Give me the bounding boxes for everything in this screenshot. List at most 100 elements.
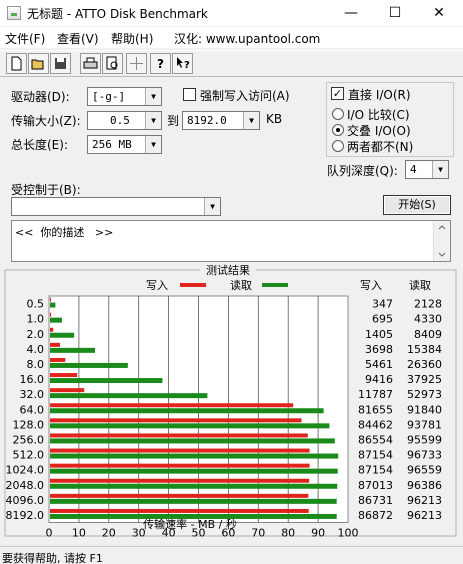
write-value: 347 [372,298,393,311]
x-tick-label: 20 [102,527,116,540]
transfer-from-value: 0.5 [110,114,130,127]
neither-radio[interactable] [332,140,344,152]
print-icon[interactable] [80,53,101,74]
start-button[interactable]: 开始(S) [383,195,451,215]
transfer-from-select[interactable]: 0.5 ▼ [87,111,162,130]
description-text: << 你的描述 >> [15,226,114,239]
y-tick-label: 0.5 [27,298,45,311]
bar-read [50,483,338,489]
bar-write [50,312,52,317]
legend-read-label: 读取 [230,278,252,292]
svg-text:?: ? [157,57,164,71]
open-icon[interactable] [28,53,49,74]
menu-file[interactable]: 文件(F) [5,30,45,47]
read-value: 2128 [414,298,442,311]
queue-depth-value: 4 [410,163,417,176]
overlap-io-radio[interactable] [332,124,344,136]
to-label: 到 [167,114,180,128]
bar-read [50,453,339,459]
new-icon[interactable] [6,53,27,74]
y-tick-label: 1024.0 [6,464,45,477]
total-length-select[interactable]: 256 MB ▼ [87,135,162,154]
read-value: 93781 [407,418,442,431]
y-tick-label: 256.0 [13,433,45,446]
bar-write [50,297,51,302]
drive-select[interactable]: [-g-] ▼ [87,87,162,106]
column-header-read: 读取 [409,278,431,292]
print-preview-icon[interactable] [102,53,123,74]
x-tick-label: 0 [46,527,53,540]
description-box[interactable]: << 你的描述 >> [11,220,451,262]
bar-write [50,448,310,453]
menu-view[interactable]: 查看(V) [57,30,99,47]
read-value: 95599 [407,433,442,446]
read-value: 96733 [407,449,442,462]
queue-depth-label: 队列深度(Q): [327,164,398,178]
read-value: 8409 [414,328,442,341]
description-scrollbar[interactable] [433,221,450,261]
total-length-value: 256 MB [92,138,132,151]
chevron-down-icon[interactable]: ▼ [432,161,448,178]
write-value: 86554 [358,433,393,446]
legend-read-swatch [262,283,288,287]
save-icon[interactable] [50,53,71,74]
menu-localized[interactable]: 汉化: www.upantool.com [174,30,320,47]
bar-read [50,378,163,384]
read-value: 96213 [407,509,442,522]
write-value: 87154 [358,464,393,477]
bar-read [50,302,56,308]
help-icon[interactable]: ? [150,53,171,74]
maximize-button[interactable]: ☐ [373,1,417,25]
io-compare-radio[interactable] [332,108,344,120]
write-value: 84462 [358,418,393,431]
bar-read [50,347,95,353]
context-help-icon[interactable]: ? [172,53,193,74]
queue-depth-select[interactable]: 4 ▼ [405,160,449,179]
overlap-io-label: 交叠 I/O(O) [347,124,411,138]
bar-read [50,332,75,338]
app-icon [7,6,21,20]
chevron-down-icon[interactable]: ▼ [145,112,161,129]
write-value: 9416 [365,373,393,386]
x-axis-label: 传输速率 - MB / 秒 [143,517,237,531]
column-header-write: 写入 [360,279,382,292]
move-icon[interactable] [126,53,147,74]
read-value: 96386 [407,479,442,492]
controlled-by-select[interactable]: ▼ [11,197,221,216]
minimize-button[interactable]: — [329,1,373,25]
total-length-label: 总长度(E): [11,138,68,152]
read-value: 91840 [407,403,442,416]
toolbar: ? ? [0,50,463,77]
kb-unit: KB [266,112,283,126]
direct-io-checkbox[interactable]: ✓ [331,87,344,100]
chevron-down-icon[interactable]: ▼ [204,198,220,215]
write-value: 3698 [365,343,393,356]
bar-write [50,357,66,362]
chevron-down-icon[interactable]: ▼ [145,136,161,153]
bar-write [50,478,310,483]
y-tick-label: 2048.0 [6,479,45,492]
x-tick-label: 80 [281,527,295,540]
bar-write [50,327,54,332]
y-tick-label: 32.0 [20,388,45,401]
bar-write [50,463,310,468]
legend-write-swatch [180,283,206,287]
read-value: 4330 [414,313,442,326]
chevron-down-icon[interactable]: ▼ [243,112,259,129]
y-tick-label: 8192.0 [6,509,45,522]
menu-help[interactable]: 帮助(H) [111,30,153,47]
transfer-to-select[interactable]: 8192.0 ▼ [182,111,260,130]
read-value: 26360 [407,358,442,371]
close-button[interactable]: ✕ [417,1,461,25]
chevron-down-icon[interactable]: ▼ [145,88,161,105]
y-tick-label: 64.0 [20,403,45,416]
bar-read [50,423,330,429]
bar-read [50,438,335,444]
y-tick-label: 1.0 [27,313,45,326]
y-tick-label: 512.0 [13,449,45,462]
bar-write [50,373,78,378]
force-write-checkbox[interactable] [183,88,196,101]
bar-read [50,408,324,414]
plot-area: 0 10 20 30 40 50 60 70 80 90 1000.5 347 21281.0 695 43… [6,295,442,540]
x-tick-label: 70 [251,527,265,540]
